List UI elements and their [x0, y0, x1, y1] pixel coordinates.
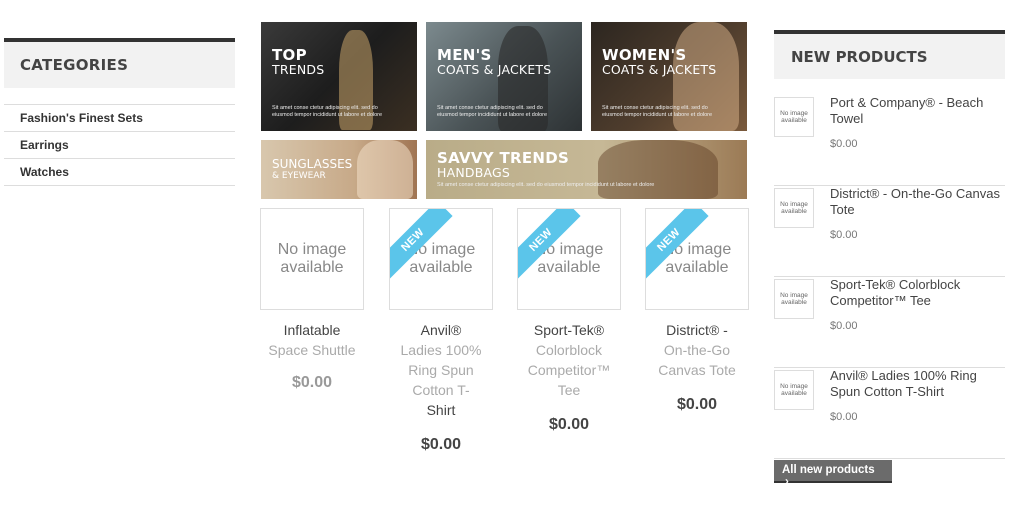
banner-sun-line2: & EYEWEAR [272, 171, 326, 181]
product-card[interactable]: No image available Inflatable Space Shut… [260, 208, 364, 392]
banner-women-line2: COATS & JACKETS [602, 62, 717, 77]
new-product-name[interactable]: Anvil® Ladies 100% Ring Spun Cotton T-Sh… [830, 368, 1000, 399]
new-products-header: NEW PRODUCTS [774, 30, 1005, 79]
banner-top-trends[interactable]: TOP TRENDS Sit amet conse ctetur adipisc… [261, 22, 417, 131]
banner-top-desc: Sit amet conse ctetur adipiscing elit. s… [272, 105, 383, 118]
new-product-thumbnail[interactable]: No image available [774, 279, 814, 319]
banner-figure [357, 140, 413, 199]
category-item-fashions-finest-sets[interactable]: Fashion's Finest Sets [4, 105, 235, 132]
product-price: $0.00 [420, 436, 462, 453]
product-card[interactable]: No image available NEW Sport-Tek® Colorb… [517, 208, 621, 434]
product-image-placeholder[interactable]: No image available NEW [389, 208, 493, 310]
banner-savvy-line2: HANDBAGS [437, 165, 511, 180]
banner-top-line2: TRENDS [272, 62, 325, 77]
chevron-right-icon: › [785, 476, 789, 488]
new-product-thumbnail[interactable]: No image available [774, 188, 814, 228]
product-name[interactable]: District® - On-the-Go Canvas Tote [645, 320, 749, 380]
product-name-rest: Space Shuttle [268, 342, 356, 358]
new-product-name[interactable]: Sport-Tek® Colorblock Competitor™ Tee [830, 277, 1000, 308]
categories-list: Fashion's Finest Sets Earrings Watches [4, 104, 235, 186]
new-product-item[interactable]: No image available District® - On-the-Go… [774, 186, 1005, 277]
product-name[interactable]: Sport-Tek® Colorblock Competitor™ Tee [517, 320, 621, 400]
product-name-rest: Ladies 100% Ring Spun Cotton T- [400, 342, 482, 398]
product-name-rest: On-the-Go Canvas Tote [658, 342, 736, 378]
banner-sun-line1: SUNGLASSES [272, 157, 353, 171]
banner-savvy-trends[interactable]: SAVVY TRENDS HANDBAGS Sit amet conse cte… [426, 140, 747, 199]
all-new-products-button[interactable]: All new products › [774, 460, 892, 488]
product-image-placeholder[interactable]: No image available NEW [645, 208, 749, 310]
product-name-line: Inflatable [283, 322, 341, 338]
new-product-price: $0.00 [830, 138, 858, 150]
product-name-last: Shirt [426, 402, 456, 418]
category-item-watches[interactable]: Watches [4, 159, 235, 186]
product-name-line: Sport-Tek® [533, 322, 605, 338]
product-name-rest: Colorblock Competitor™ Tee [527, 342, 611, 398]
new-product-item[interactable]: No image available Port & Company® - Bea… [774, 95, 1005, 186]
new-product-item[interactable]: No image available Sport-Tek® Colorblock… [774, 277, 1005, 368]
new-product-name[interactable]: District® - On-the-Go Canvas Tote [830, 186, 1000, 217]
banner-womens-coats[interactable]: WOMEN'S COATS & JACKETS Sit amet conse c… [591, 22, 747, 131]
categories-title: CATEGORIES [20, 56, 129, 74]
new-product-price: $0.00 [830, 320, 858, 332]
all-new-products-label: All new products [782, 464, 875, 476]
banner-women-desc: Sit amet conse ctetur adipiscing elit. s… [602, 105, 713, 118]
banner-men-desc: Sit amet conse ctetur adipiscing elit. s… [437, 105, 548, 118]
product-price: $0.00 [676, 396, 718, 413]
new-product-thumbnail[interactable]: No image available [774, 370, 814, 410]
banner-men-line2: COATS & JACKETS [437, 62, 552, 77]
product-image-placeholder[interactable]: No image available NEW [517, 208, 621, 310]
product-image-placeholder[interactable]: No image available [260, 208, 364, 310]
product-name-line: Anvil® [420, 322, 462, 338]
banner-mens-coats[interactable]: MEN'S COATS & JACKETS Sit amet conse cte… [426, 22, 582, 131]
new-product-thumbnail[interactable]: No image available [774, 97, 814, 137]
new-products-title: NEW PRODUCTS [791, 48, 928, 66]
banner-figure [598, 140, 718, 199]
product-card[interactable]: No image available NEW District® - On-th… [645, 208, 749, 414]
categories-block: CATEGORIES Fashion's Finest Sets Earring… [4, 38, 235, 186]
new-product-price: $0.00 [830, 411, 858, 423]
product-name[interactable]: Anvil® Ladies 100% Ring Spun Cotton T- S… [389, 320, 493, 420]
new-product-price: $0.00 [830, 229, 858, 241]
product-name-line: District® - [666, 322, 728, 338]
product-price: $0.00 [291, 374, 333, 391]
product-price: $0.00 [548, 416, 590, 433]
product-name[interactable]: Inflatable Space Shuttle [260, 320, 364, 360]
banner-sunglasses[interactable]: SUNGLASSES & EYEWEAR [261, 140, 417, 199]
new-products-block: NEW PRODUCTS [774, 30, 1005, 79]
product-card[interactable]: No image available NEW Anvil® Ladies 100… [389, 208, 493, 454]
banner-savvy-desc: Sit amet conse ctetur adipiscing elit. s… [437, 182, 655, 188]
new-product-item[interactable]: No image available Anvil® Ladies 100% Ri… [774, 368, 1005, 459]
categories-header: CATEGORIES [4, 38, 235, 88]
new-product-name[interactable]: Port & Company® - Beach Towel [830, 95, 1000, 126]
category-item-earrings[interactable]: Earrings [4, 132, 235, 159]
